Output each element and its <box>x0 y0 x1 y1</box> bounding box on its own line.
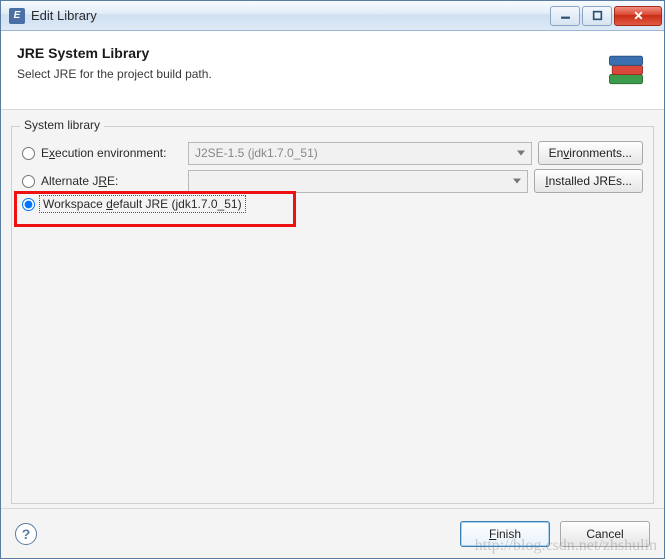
page-description: Select JRE for the project build path. <box>17 67 594 81</box>
exec-env-combo[interactable]: J2SE-1.5 (jdk1.7.0_51) <box>188 142 532 165</box>
footer: ? Finish Cancel <box>1 508 664 558</box>
exec-env-value: J2SE-1.5 (jdk1.7.0_51) <box>195 146 318 160</box>
finish-button[interactable]: Finish <box>460 521 550 547</box>
alt-jre-radio[interactable] <box>22 175 35 188</box>
help-icon[interactable]: ? <box>15 523 37 545</box>
workspace-jre-label[interactable]: Workspace default JRE (jdk1.7.0_51) <box>41 197 244 211</box>
cancel-button[interactable]: Cancel <box>560 521 650 547</box>
workspace-jre-radio-wrap[interactable]: Workspace default JRE (jdk1.7.0_51) <box>22 197 244 211</box>
header-area: JRE System Library Select JRE for the pr… <box>1 31 664 110</box>
group-label: System library <box>20 118 104 132</box>
maximize-button[interactable] <box>582 6 612 26</box>
alt-jre-combo[interactable] <box>188 170 528 193</box>
exec-env-label[interactable]: Execution environment: <box>41 146 166 160</box>
window-buttons <box>550 6 662 26</box>
page-title: JRE System Library <box>17 45 594 61</box>
close-button[interactable] <box>614 6 662 26</box>
exec-env-row: Execution environment: J2SE-1.5 (jdk1.7.… <box>22 141 643 165</box>
library-icon <box>604 47 648 91</box>
content-area: System library Execution environment: J2… <box>1 110 664 508</box>
titlebar[interactable]: E Edit Library <box>1 1 664 31</box>
exec-env-radio[interactable] <box>22 147 35 160</box>
installed-jres-button[interactable]: Installed JREs... <box>534 169 643 193</box>
minimize-button[interactable] <box>550 6 580 26</box>
header-text: JRE System Library Select JRE for the pr… <box>17 45 594 81</box>
window-title: Edit Library <box>31 8 550 23</box>
maximize-icon <box>592 10 603 21</box>
dialog-window: E Edit Library JRE System Library Select… <box>0 0 665 559</box>
workspace-jre-radio[interactable] <box>22 198 35 211</box>
system-library-group: System library Execution environment: J2… <box>11 126 654 504</box>
close-icon <box>633 10 644 21</box>
workspace-jre-row: Workspace default JRE (jdk1.7.0_51) <box>22 197 643 211</box>
environments-button[interactable]: Environments... <box>538 141 643 165</box>
alt-jre-row: Alternate JRE: Installed JREs... <box>22 169 643 193</box>
exec-env-radio-wrap[interactable]: Execution environment: <box>22 146 182 160</box>
alt-jre-radio-wrap[interactable]: Alternate JRE: <box>22 174 182 188</box>
app-icon: E <box>9 8 25 24</box>
minimize-icon <box>560 10 571 21</box>
alt-jre-label[interactable]: Alternate JRE: <box>41 174 118 188</box>
